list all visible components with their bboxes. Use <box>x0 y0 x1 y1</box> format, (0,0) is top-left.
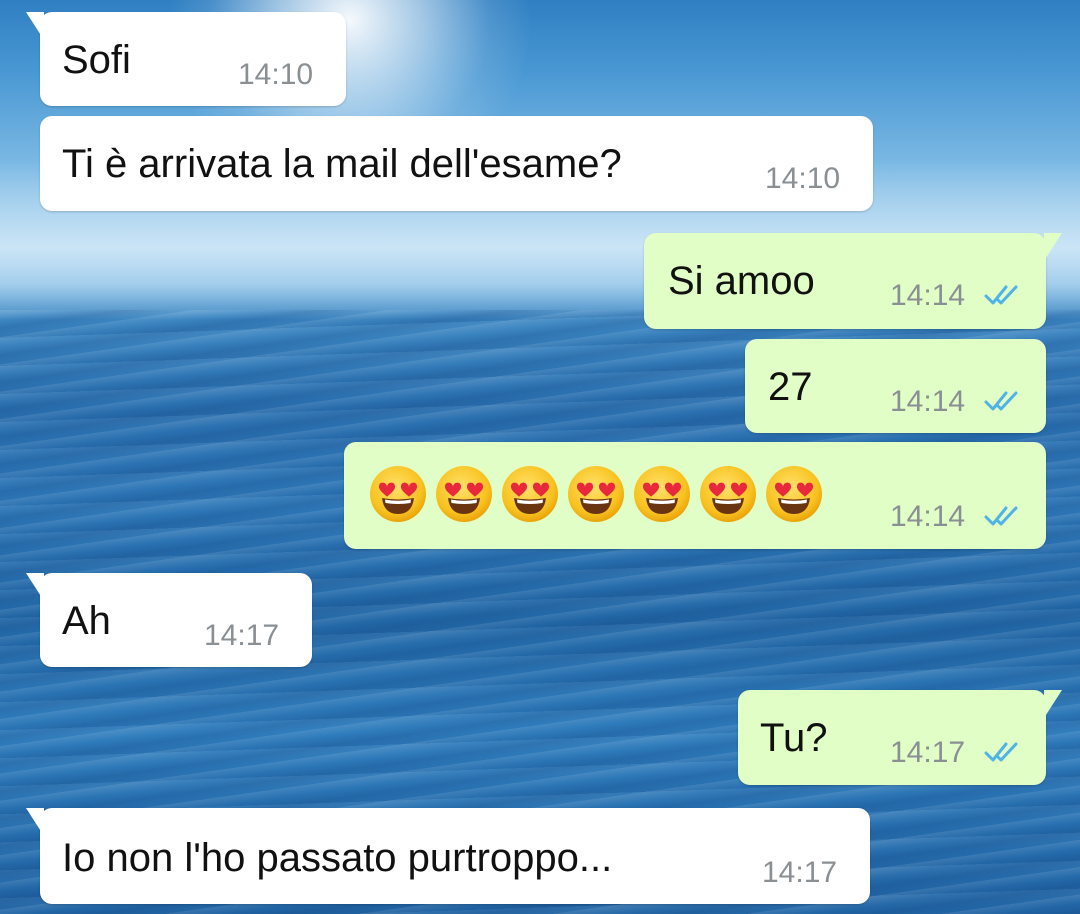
message-text: Sofi <box>62 38 131 82</box>
message-timestamp: 14:14 <box>890 500 966 533</box>
message-bubble-outgoing[interactable]: Si amoo 14:14 <box>644 233 1062 329</box>
message-bubble-incoming[interactable]: Io non l'ho passato purtroppo... 14:17 <box>26 808 870 904</box>
message-timestamp: 14:14 <box>890 279 966 312</box>
emoji-row <box>368 464 824 524</box>
smiling-face-with-heart-eyes-icon <box>766 466 822 522</box>
smiling-face-with-heart-eyes-icon <box>502 466 558 522</box>
message-timestamp: 14:10 <box>238 58 314 91</box>
message-timestamp: 14:17 <box>762 856 838 889</box>
message-bubble-incoming[interactable]: Ah 14:17 <box>26 573 312 667</box>
smiling-face-with-heart-eyes-icon <box>634 466 690 522</box>
double-check-icon <box>984 742 1018 762</box>
message-bubble-incoming[interactable]: Sofi 14:10 <box>26 12 346 106</box>
double-check-icon <box>984 285 1018 305</box>
double-check-icon <box>984 391 1018 411</box>
smiling-face-with-heart-eyes-icon <box>370 466 426 522</box>
message-text: 27 <box>768 365 813 409</box>
message-text: Si amoo <box>668 259 815 303</box>
bubble-tail <box>1044 690 1062 718</box>
smiling-face-with-heart-eyes-icon <box>568 466 624 522</box>
bubble-tail <box>26 12 44 40</box>
message-bubble-outgoing[interactable]: Tu? 14:17 <box>738 690 1062 785</box>
message-text: Tu? <box>760 716 828 760</box>
message-bubble-outgoing[interactable]: 14:14 <box>344 442 1046 549</box>
bubble-tail <box>26 573 44 601</box>
message-timestamp: 14:14 <box>890 385 966 418</box>
smiling-face-with-heart-eyes-icon <box>436 466 492 522</box>
message-text: Ti è arrivata la mail dell'esame? <box>62 142 622 186</box>
bubble-tail <box>26 808 44 836</box>
bubble-tail <box>1044 233 1062 261</box>
message-bubble-outgoing[interactable]: 27 14:14 <box>745 339 1046 433</box>
message-bubble-incoming[interactable]: Ti è arrivata la mail dell'esame? 14:10 <box>40 116 873 211</box>
double-check-icon <box>984 506 1018 526</box>
smiling-face-with-heart-eyes-icon <box>700 466 756 522</box>
message-text: Ah <box>62 599 111 643</box>
message-timestamp: 14:10 <box>765 162 841 195</box>
message-text: Io non l'ho passato purtroppo... <box>62 836 613 880</box>
message-timestamp: 14:17 <box>890 736 966 769</box>
message-timestamp: 14:17 <box>204 619 280 652</box>
